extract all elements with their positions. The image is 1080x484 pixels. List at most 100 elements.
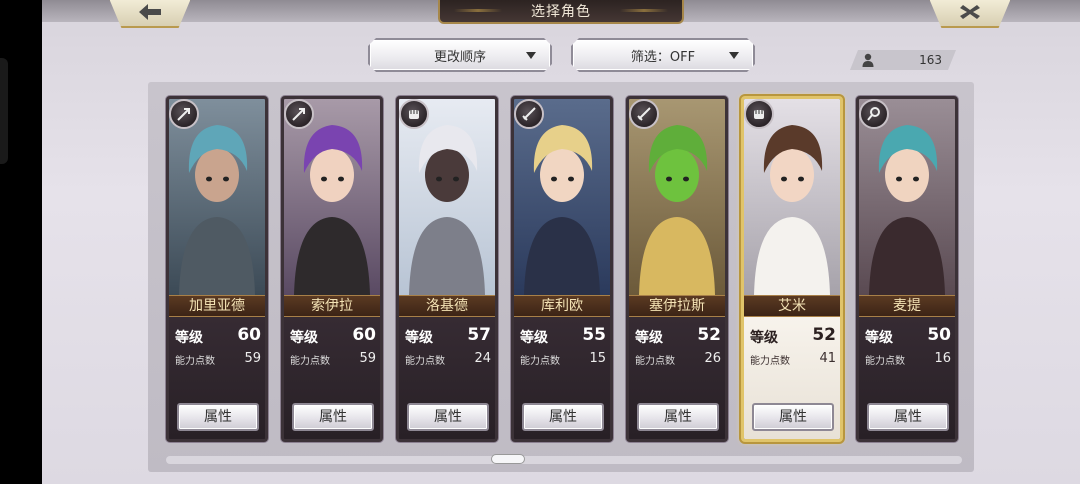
class-badge-arrow-icon: [284, 99, 314, 129]
level-value: 60: [237, 325, 261, 345]
character-card[interactable]: 麦提 等级 50 能力点数 16 属性: [856, 96, 958, 442]
level-label: 等级: [405, 330, 433, 346]
level-row: 等级 50: [865, 325, 951, 347]
ability-points-row: 能力点数 59: [290, 351, 376, 367]
chevron-down-icon: [526, 52, 536, 59]
character-card[interactable]: 艾米 等级 52 能力点数 41 属性: [741, 96, 843, 442]
close-icon: [960, 5, 980, 19]
level-row: 等级 52: [750, 325, 836, 347]
character-name: 加里亚德: [169, 295, 265, 317]
filter-dropdown[interactable]: 筛选：OFF: [571, 38, 755, 72]
character-stats: 等级 55 能力点数 15 属性: [514, 317, 610, 439]
ability-points-label: 能力点数: [865, 356, 905, 367]
level-row: 等级 60: [290, 325, 376, 347]
level-row: 等级 60: [175, 325, 261, 347]
character-stats: 等级 50 能力点数 16 属性: [859, 317, 955, 439]
ability-points-value: 24: [474, 351, 491, 366]
ability-points-value: 59: [244, 351, 261, 366]
ability-points-label: 能力点数: [635, 356, 675, 367]
title-bar: 选择角色: [438, 0, 684, 24]
level-value: 52: [812, 325, 836, 345]
filter-label: 筛选：OFF: [630, 49, 696, 65]
level-label: 等级: [635, 330, 663, 346]
sort-order-dropdown[interactable]: 更改顺序: [368, 38, 552, 72]
device-notch: [0, 58, 8, 164]
level-label: 等级: [865, 330, 893, 346]
level-label: 等级: [520, 330, 548, 346]
attribute-button[interactable]: 属性: [292, 403, 374, 431]
character-list-panel: 加里亚德 等级 60 能力点数 59 属性 索伊拉 等级 60 能力点数 59 …: [148, 82, 974, 472]
character-stats: 等级 60 能力点数 59 属性: [284, 317, 380, 439]
level-row: 等级 57: [405, 325, 491, 347]
ability-points-row: 能力点数 59: [175, 351, 261, 367]
level-value: 52: [697, 325, 721, 345]
character-card[interactable]: 索伊拉 等级 60 能力点数 59 属性: [281, 96, 383, 442]
character-name: 索伊拉: [284, 295, 380, 317]
class-badge-arrow-icon: [169, 99, 199, 129]
ability-points-row: 能力点数 26: [635, 351, 721, 367]
attribute-button[interactable]: 属性: [637, 403, 719, 431]
character-count: 163: [850, 50, 956, 70]
character-stats: 等级 52 能力点数 26 属性: [629, 317, 725, 439]
class-badge-staff-icon: [859, 99, 889, 129]
ability-points-value: 41: [819, 351, 836, 366]
attribute-button[interactable]: 属性: [522, 403, 604, 431]
back-arrow-icon: [139, 4, 161, 20]
sort-order-label: 更改顺序: [433, 49, 486, 65]
ability-points-label: 能力点数: [290, 356, 330, 367]
character-card[interactable]: 塞伊拉斯 等级 52 能力点数 26 属性: [626, 96, 728, 442]
character-stats: 等级 57 能力点数 24 属性: [399, 317, 495, 439]
level-row: 等级 52: [635, 325, 721, 347]
attribute-button[interactable]: 属性: [752, 403, 834, 431]
level-value: 60: [352, 325, 376, 345]
device-bezel: [0, 0, 42, 484]
ability-points-row: 能力点数 16: [865, 351, 951, 367]
ability-points-value: 15: [589, 351, 606, 366]
character-card[interactable]: 加里亚德 等级 60 能力点数 59 属性: [166, 96, 268, 442]
level-row: 等级 55: [520, 325, 606, 347]
character-card[interactable]: 洛基德 等级 57 能力点数 24 属性: [396, 96, 498, 442]
level-label: 等级: [175, 330, 203, 346]
character-name: 艾米: [744, 295, 840, 317]
level-value: 55: [582, 325, 606, 345]
character-card[interactable]: 库利欧 等级 55 能力点数 15 属性: [511, 96, 613, 442]
character-stats: 等级 60 能力点数 59 属性: [169, 317, 265, 439]
person-icon: [862, 53, 874, 67]
ability-points-label: 能力点数: [750, 356, 790, 367]
page-title: 选择角色: [531, 4, 591, 20]
ability-points-label: 能力点数: [175, 356, 215, 367]
title-ornament-right: [620, 9, 668, 12]
title-ornament-left: [454, 9, 502, 12]
chevron-down-icon: [729, 52, 739, 59]
attribute-button[interactable]: 属性: [407, 403, 489, 431]
character-stats: 等级 52 能力点数 41 属性: [744, 317, 840, 439]
scrollbar-thumb[interactable]: [491, 454, 525, 464]
level-label: 等级: [290, 330, 318, 346]
attribute-button[interactable]: 属性: [867, 403, 949, 431]
ability-points-row: 能力点数 24: [405, 351, 491, 367]
back-button[interactable]: [108, 0, 192, 28]
game-screen: 选择角色 更改顺序 筛选：OFF 163 加里亚德 等级 60 能力点数 59 …: [42, 0, 1080, 484]
ability-points-value: 26: [704, 351, 721, 366]
ability-points-row: 能力点数 15: [520, 351, 606, 367]
ability-points-value: 59: [359, 351, 376, 366]
attribute-button[interactable]: 属性: [177, 403, 259, 431]
character-name: 塞伊拉斯: [629, 295, 725, 317]
level-label: 等级: [750, 330, 778, 346]
character-name: 洛基德: [399, 295, 495, 317]
character-count-value: 163: [919, 53, 942, 67]
ability-points-value: 16: [934, 351, 951, 366]
level-value: 57: [467, 325, 491, 345]
horizontal-scrollbar[interactable]: [166, 454, 962, 464]
class-badge-sword-icon: [514, 99, 544, 129]
ability-points-label: 能力点数: [405, 356, 445, 367]
class-badge-fist-icon: [399, 99, 429, 129]
close-button[interactable]: [928, 0, 1012, 28]
character-name: 麦提: [859, 295, 955, 317]
ability-points-row: 能力点数 41: [750, 351, 836, 367]
character-name: 库利欧: [514, 295, 610, 317]
class-badge-sword-icon: [629, 99, 659, 129]
ability-points-label: 能力点数: [520, 356, 560, 367]
class-badge-fist-icon: [744, 99, 774, 129]
level-value: 50: [927, 325, 951, 345]
